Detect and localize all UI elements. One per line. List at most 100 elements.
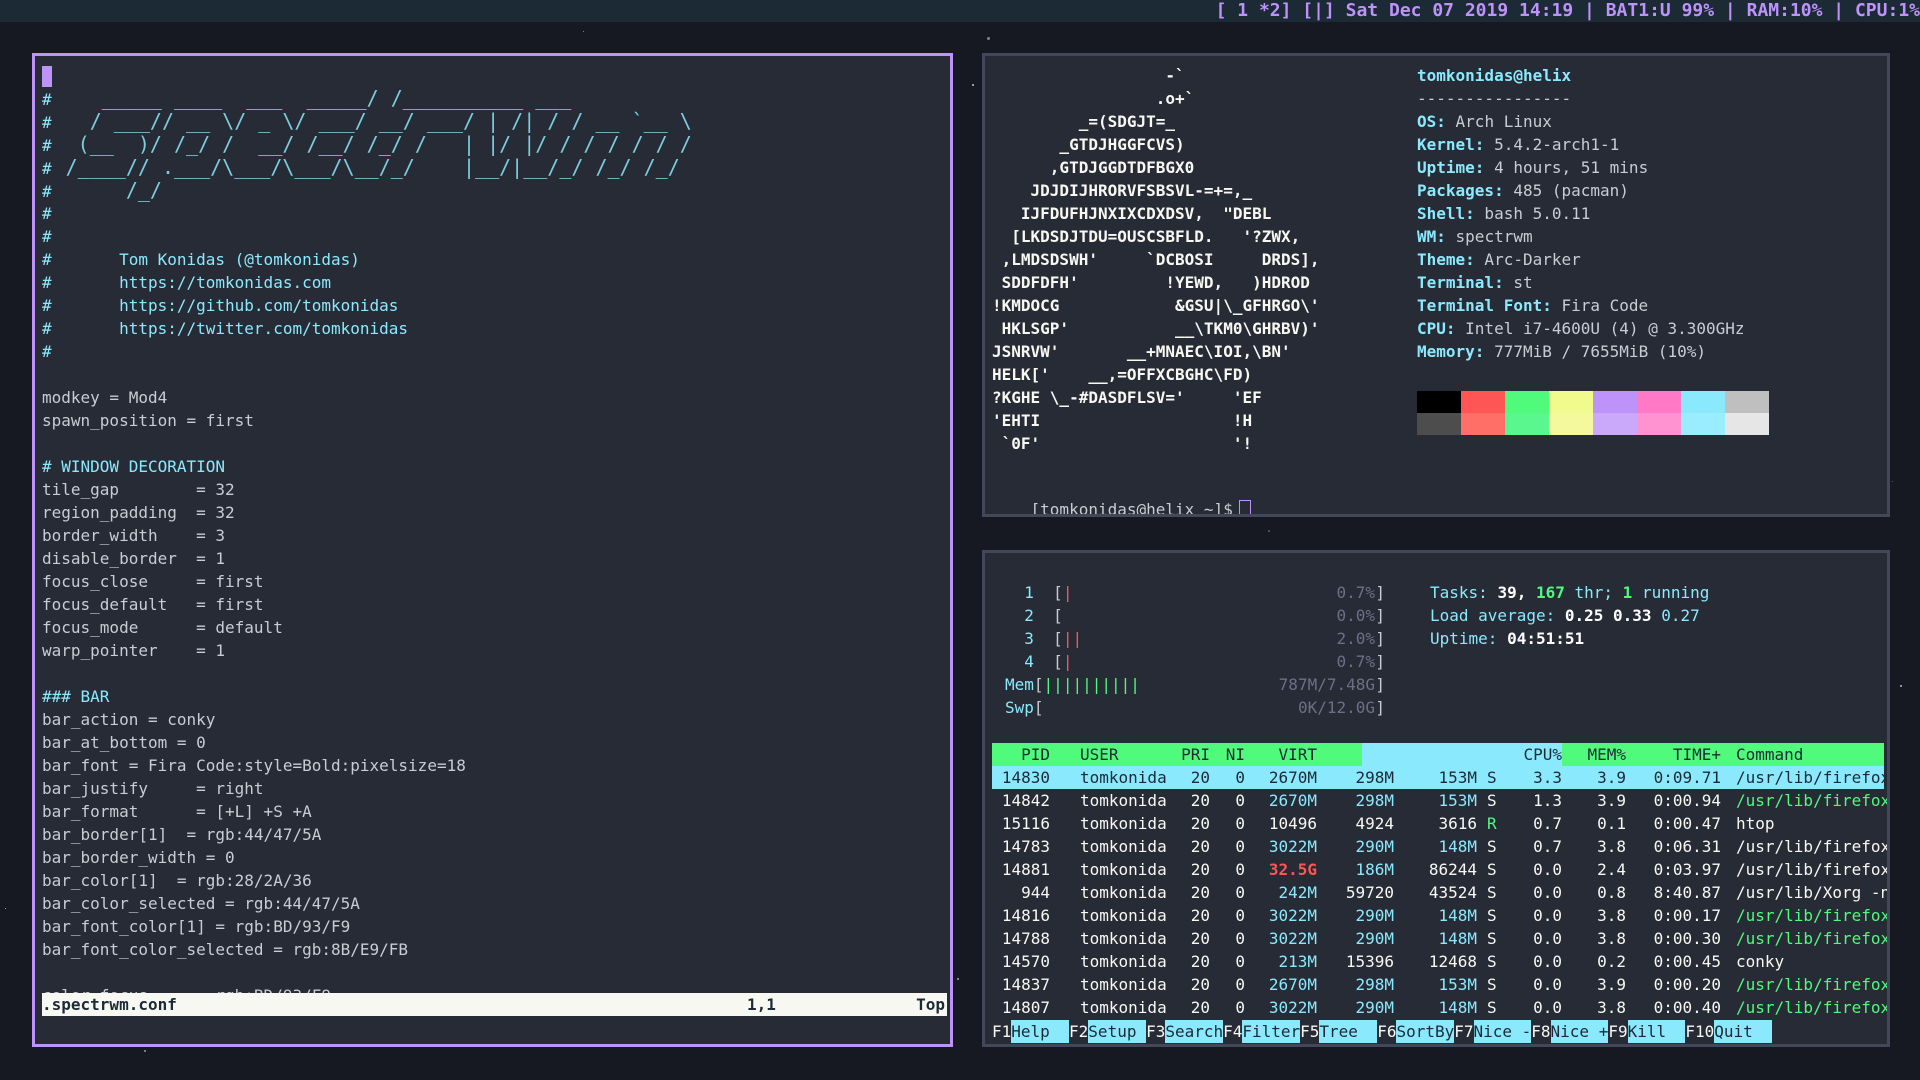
- meter-label: 2: [1005, 606, 1054, 625]
- comment-line: #: [42, 342, 52, 361]
- fkey-f3[interactable]: F3: [1146, 1020, 1165, 1043]
- comment-hash: #: [42, 90, 52, 109]
- process-row[interactable]: 944 tomkonida 20 0 242M 59720 43524 S 0.0 0.8 8:40…: [992, 881, 1887, 904]
- config-line: border_width = 3: [42, 526, 226, 545]
- config-line: bar_justify = right: [42, 779, 264, 798]
- star: [972, 84, 974, 86]
- process-time: 0:00.17: [1653, 906, 1721, 925]
- info-key: Memory:: [1417, 342, 1485, 361]
- editor-line: [42, 64, 52, 87]
- process-row[interactable]: 14837 tomkonida 20 0 2670M 298M 153M S 0.0 3.9 0:0…: [992, 973, 1887, 996]
- star: [957, 978, 959, 980]
- neofetch-terminal[interactable]: -` .o+` _=(SDGJT=_ _GTDJHGGFCVS) ,GTDJGG…: [982, 53, 1890, 517]
- comment-line: # https://tomkonidas.com: [42, 273, 331, 292]
- user-host: tomkonidas@helix: [1417, 66, 1572, 85]
- meter-bar: |: [1062, 652, 1073, 671]
- process-cmd: /usr/lib/firefox: [1736, 768, 1890, 787]
- logo-line: ,GTDJGGDTDFBGX0: [992, 158, 1195, 177]
- process-time: 0:03.97: [1653, 860, 1721, 879]
- fkey-label[interactable]: Nice -: [1473, 1020, 1532, 1043]
- fkey-f2[interactable]: F2: [1069, 1020, 1088, 1043]
- fkey-label[interactable]: Filter: [1242, 1020, 1301, 1043]
- running-label: running: [1632, 583, 1710, 602]
- meter-bracket: [: [1053, 652, 1063, 671]
- fkey-label[interactable]: SortBy: [1396, 1020, 1455, 1043]
- fkey-label[interactable]: Kill: [1627, 1020, 1686, 1043]
- config-line: region_padding = 32: [42, 503, 235, 522]
- meter-row: 2 [0.0%]: [1005, 604, 1385, 627]
- editor-line: # / ___// __ \/ _ \/ ___/ __/ ___/ | /| …: [42, 110, 692, 133]
- editor-window[interactable]: # _____ ____ ___ _____/ /__________ ___ #…: [32, 53, 953, 1047]
- fkey-label[interactable]: Tree: [1319, 1020, 1378, 1043]
- meter-label: 1: [1005, 583, 1054, 602]
- logo-line: 'EHTI !H: [992, 411, 1253, 430]
- load-15: 0.27: [1651, 606, 1700, 625]
- prompt-text: [tomkonidas@helix ~]$: [1030, 500, 1233, 517]
- info-key: CPU:: [1417, 319, 1456, 338]
- config-line: bar_color[1] = rgb:28/2A/36: [42, 871, 312, 890]
- info-value: st: [1503, 273, 1533, 292]
- process-row[interactable]: 14881 tomkonida 20 0 32.5G 186M 86244 S 0.0 2.4 0:…: [992, 858, 1887, 881]
- fkey-f7[interactable]: F7: [1454, 1020, 1473, 1043]
- fkey-f10[interactable]: F10: [1685, 1020, 1714, 1043]
- editor-line: # _____ ____ ___ _____/ /__________ ___: [42, 87, 571, 110]
- process-row[interactable]: 14788 tomkonida 20 0 3022M 290M 148M S 0.0 3.8 0:0…: [992, 927, 1887, 950]
- column-header-cmd[interactable]: Command: [1736, 743, 1803, 766]
- color-swatch: [1505, 413, 1549, 435]
- column-header-time[interactable]: TIME+: [1521, 743, 1721, 766]
- process-row[interactable]: 14842 tomkonida 20 0 2670M 298M 153M S 1.3 3.9 0:0…: [992, 789, 1887, 812]
- process-row[interactable]: 14816 tomkonida 20 0 3022M 290M 148M S 0.0 3.8 0:0…: [992, 904, 1887, 927]
- fkey-f9[interactable]: F9: [1608, 1020, 1627, 1043]
- comment-line: # Tom Konidas (@tomkonidas): [42, 250, 360, 269]
- process-row[interactable]: 15116 tomkonida 20 0 10496 4924 3616 R 0.7 0.1 0:0…: [992, 812, 1884, 835]
- meter-row: 4 [| 0.7%]: [1005, 650, 1385, 673]
- fkey-label[interactable]: Setup: [1088, 1020, 1147, 1043]
- fkey-f6[interactable]: F6: [1377, 1020, 1396, 1043]
- process-table-header[interactable]: PIDUSERPRINIVIRTRESSHRSCPU%MEM%TIME+Comm…: [992, 743, 1884, 766]
- meter-value: 0.7%: [1336, 583, 1375, 602]
- color-swatch: [1549, 391, 1593, 413]
- meter-label: 3: [1005, 629, 1054, 648]
- process-cmd: /usr/lib/firefox: [1736, 837, 1890, 856]
- fkey-f4[interactable]: F4: [1223, 1020, 1242, 1043]
- fkey-f8[interactable]: F8: [1531, 1020, 1550, 1043]
- fkey-label[interactable]: Search: [1165, 1020, 1224, 1043]
- logo-line: -`: [992, 66, 1185, 85]
- info-value: 485 (pacman): [1503, 181, 1629, 200]
- logo-line: !KMDOCG &GSU|\_GFHRGO\': [992, 296, 1320, 315]
- meter-bracket: [: [1033, 675, 1044, 694]
- logo-line: ,LMDSDSWH' `DCBOSI DRDS],: [992, 250, 1320, 269]
- editor-line: # /_/: [42, 179, 162, 202]
- star: [1268, 530, 1270, 532]
- meter-value: 787M/7.48G: [1278, 675, 1375, 694]
- meter-value: 0.0%: [1336, 606, 1375, 625]
- info-row: Terminal Font: Fira Code: [1417, 294, 1648, 317]
- uptime-value: 04:51:51: [1507, 629, 1585, 648]
- threads-label: thr;: [1564, 583, 1614, 602]
- text-cursor: [1238, 499, 1251, 514]
- editor-filename: .spectrwm.conf: [42, 995, 177, 1014]
- logo-line: SDDFDFH' !YEWD, )HDROD: [992, 273, 1310, 292]
- function-key-bar[interactable]: F1 Help F2 Setup F3 Search F4 Filter F5 Tree F6…: [992, 1020, 1884, 1043]
- fkey-f5[interactable]: F5: [1300, 1020, 1319, 1043]
- htop-terminal[interactable]: 1 [| 0.7%] 2 [0.0%] 3 [|| 2.0%] 4 [| 0.7%] M…: [982, 550, 1890, 1047]
- meter-bracket: ]: [1375, 675, 1385, 694]
- fkey-f1[interactable]: F1: [992, 1020, 1011, 1043]
- info-key: Kernel:: [1417, 135, 1485, 154]
- meter-bar: ||||||||||: [1043, 675, 1140, 694]
- info-value: 777MiB / 7655MiB (10%): [1484, 342, 1706, 361]
- color-swatch: [1637, 391, 1681, 413]
- shell-prompt[interactable]: [tomkonidas@helix ~]$: [992, 475, 1251, 517]
- config-line: focus_default = first: [42, 595, 264, 614]
- process-row[interactable]: 14570 tomkonida 20 0 213M 15396 12468 S 0.0 0.2 0:…: [992, 950, 1884, 973]
- process-row[interactable]: 14830 tomkonida 20 0 2670M 298M 153M S 3.3 3.9 0:0…: [992, 766, 1887, 789]
- fkey-label[interactable]: Help: [1011, 1020, 1070, 1043]
- comment-hash: #: [42, 159, 52, 178]
- process-row[interactable]: 14783 tomkonida 20 0 3022M 290M 148M S 0.7 3.8 0:0…: [992, 835, 1887, 858]
- meter-label: Mem: [1005, 675, 1034, 694]
- process-row[interactable]: 14807 tomkonida 20 0 3022M 290M 148M S 0.0 3.8 0:0…: [992, 996, 1887, 1019]
- fkey-label[interactable]: Nice +: [1550, 1020, 1609, 1043]
- config-line: tile_gap = 32: [42, 480, 235, 499]
- ascii-logo-line: /____// .___/\___/\___/\__/_/ |__/|__/_/…: [65, 155, 680, 179]
- fkey-label[interactable]: Quit: [1714, 1020, 1773, 1043]
